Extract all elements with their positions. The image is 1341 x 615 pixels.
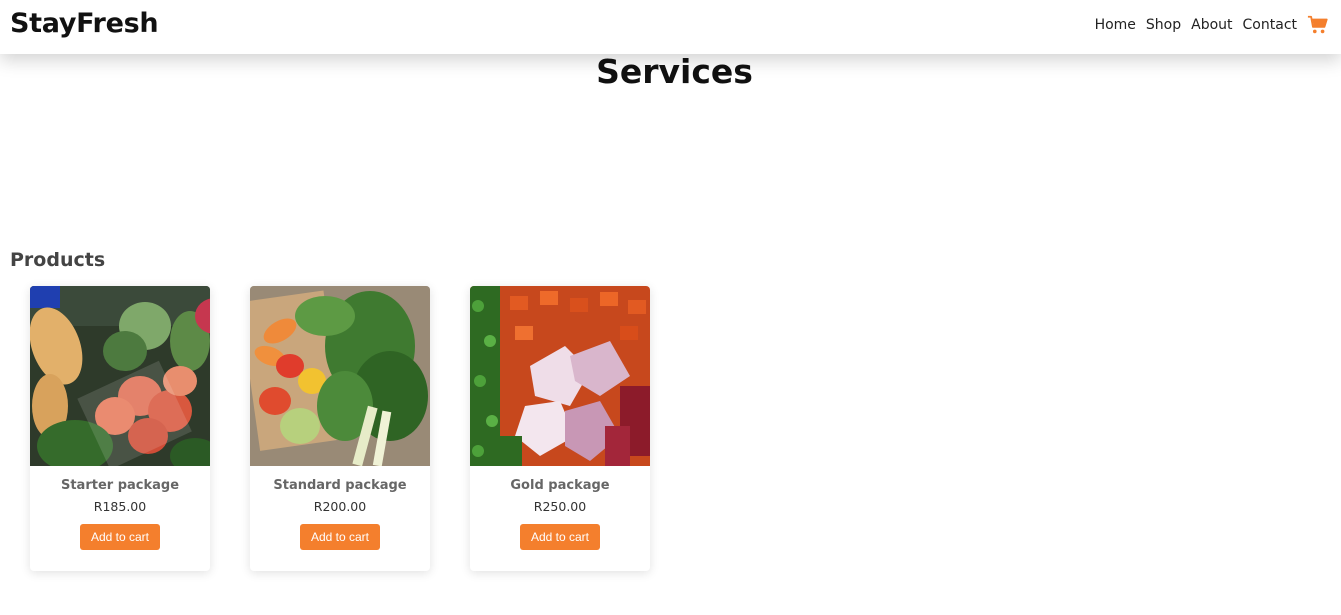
- product-image-standard: [250, 286, 430, 466]
- product-image-gold: [470, 286, 650, 466]
- nav-links: Home Shop About Contact: [1095, 14, 1329, 36]
- shopping-cart-icon[interactable]: [1307, 14, 1329, 36]
- product-list: Starter package R185.00 Add to cart Stan…: [30, 286, 650, 571]
- nav-link-home[interactable]: Home: [1095, 17, 1136, 33]
- add-to-cart-button[interactable]: Add to cart: [299, 524, 381, 550]
- product-price: R250.00: [533, 499, 587, 514]
- site-logo[interactable]: StayFresh: [10, 8, 159, 39]
- page-title: Services: [596, 52, 753, 91]
- nav-link-contact[interactable]: Contact: [1243, 17, 1297, 33]
- add-to-cart-button[interactable]: Add to cart: [519, 524, 601, 550]
- nav-link-shop[interactable]: Shop: [1146, 17, 1181, 33]
- product-image-starter: [30, 286, 210, 466]
- product-card-gold: Gold package R250.00 Add to cart: [470, 286, 650, 571]
- product-price: R200.00: [313, 499, 367, 514]
- product-card-standard: Standard package R200.00 Add to cart: [250, 286, 430, 571]
- products-heading: Products: [10, 249, 106, 271]
- product-card-starter: Starter package R185.00 Add to cart: [30, 286, 210, 571]
- product-name: Starter package: [60, 478, 180, 493]
- add-to-cart-button[interactable]: Add to cart: [79, 524, 161, 550]
- product-name: Standard package: [273, 478, 407, 493]
- nav-link-about[interactable]: About: [1191, 17, 1232, 33]
- product-name: Gold package: [510, 478, 610, 493]
- product-price: R185.00: [93, 499, 147, 514]
- navbar: StayFresh Home Shop About Contact: [0, 0, 1341, 54]
